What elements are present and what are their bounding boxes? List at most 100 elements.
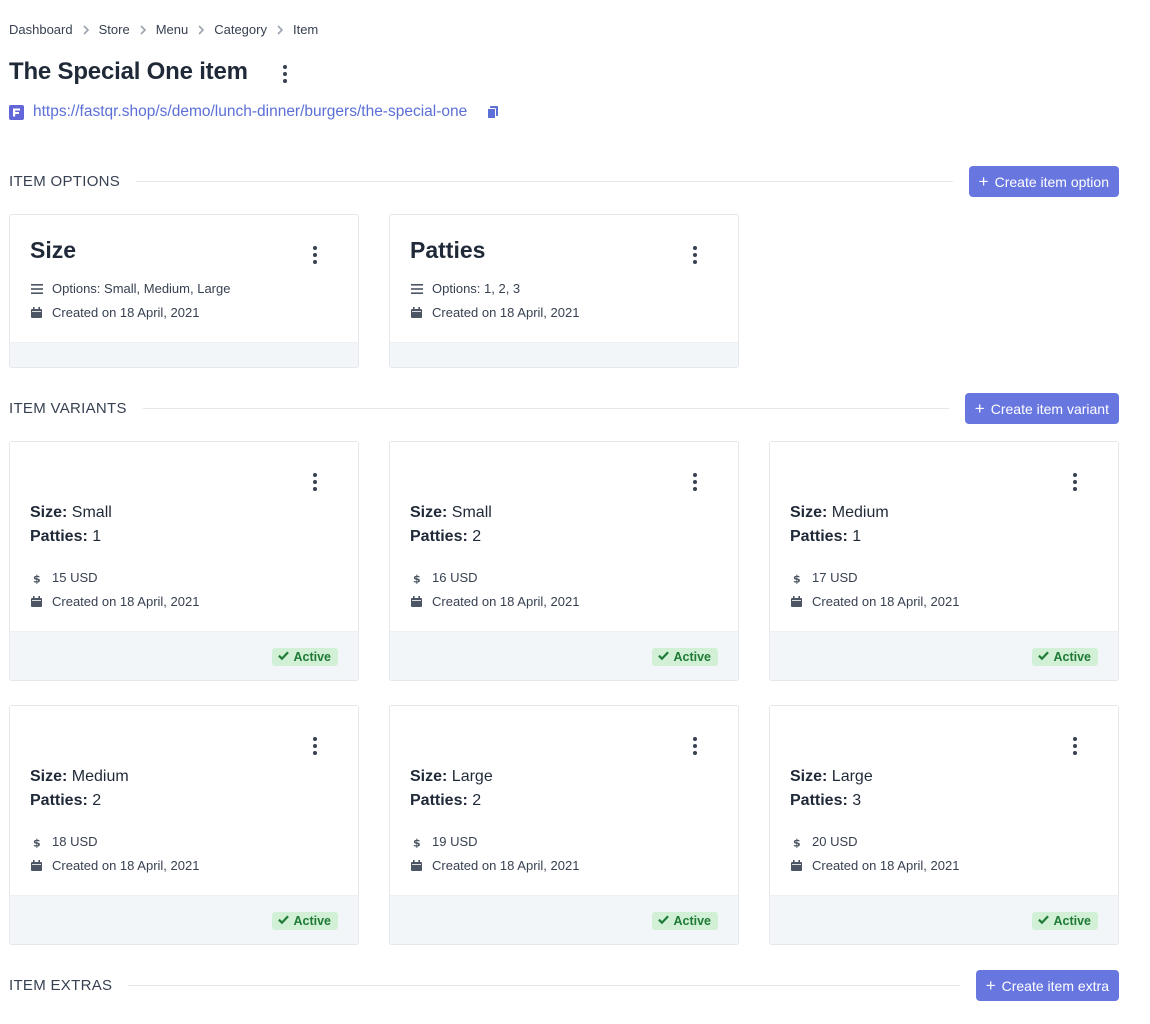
status-badge: Active [652, 648, 718, 666]
breadcrumb-dashboard[interactable]: Dashboard [9, 22, 73, 37]
more-vertical-icon[interactable] [1066, 472, 1084, 492]
list-icon [410, 282, 423, 295]
variant-patties: Patties: 2 [410, 528, 481, 546]
option-title: Patties [410, 237, 486, 263]
option-card: Patties Options: 1, 2, 3 Created on 18 A… [389, 214, 739, 368]
created-text: Created on 18 April, 2021 [812, 858, 960, 873]
patties-label: Patties: [30, 528, 88, 545]
card-footer [390, 342, 738, 367]
size-label: Size: [790, 504, 828, 521]
dollar-icon: $ [790, 835, 803, 848]
created-date: Created on 18 April, 2021 [30, 858, 199, 873]
more-vertical-icon[interactable] [686, 245, 704, 265]
option-card: Size Options: Small, Medium, Large Creat… [9, 214, 359, 368]
patties-value: 1 [852, 528, 862, 545]
variant-size: Size: Medium [790, 504, 889, 522]
variant-card: Size: Small Patties: 2 $16 USD Created on 1… [389, 441, 739, 681]
status-badge: Active [272, 912, 338, 930]
dollar-icon: $ [410, 835, 423, 848]
calendar-icon [410, 306, 423, 319]
create-item-option-button[interactable]: + Create item option [968, 166, 1119, 197]
svg-text:$: $ [413, 836, 421, 848]
plus-icon: + [974, 399, 985, 418]
created-date: Created on 18 April, 2021 [410, 594, 579, 609]
dollar-icon: $ [30, 835, 43, 848]
svg-text:$: $ [33, 572, 41, 584]
variant-patties: Patties: 2 [30, 792, 101, 810]
divider [128, 985, 960, 986]
more-vertical-icon[interactable] [276, 64, 294, 84]
list-icon [30, 282, 43, 295]
divider [142, 408, 949, 409]
size-value: Large [451, 768, 493, 785]
calendar-icon [410, 595, 423, 608]
section-title: ITEM VARIANTS [9, 400, 127, 417]
size-label: Size: [30, 504, 68, 521]
section-title: ITEM OPTIONS [9, 173, 121, 190]
breadcrumb-menu[interactable]: Menu [156, 22, 189, 37]
svg-text:$: $ [793, 836, 801, 848]
patties-value: 1 [92, 528, 102, 545]
more-vertical-icon[interactable] [306, 736, 324, 756]
check-icon [1038, 914, 1050, 928]
variant-price: $18 USD [30, 834, 98, 849]
chevron-right-icon [267, 24, 293, 35]
variant-patties: Patties: 2 [410, 792, 481, 810]
button-label: Create item variant [990, 400, 1109, 417]
copy-icon[interactable] [486, 105, 500, 119]
variant-price: $17 USD [790, 570, 858, 585]
more-vertical-icon[interactable] [686, 472, 704, 492]
patties-label: Patties: [30, 792, 88, 809]
more-vertical-icon[interactable] [306, 245, 324, 265]
size-value: Medium [71, 768, 129, 785]
variant-size: Size: Small [30, 504, 112, 522]
variant-price: $19 USD [410, 834, 478, 849]
variant-card: Size: Small Patties: 1 $15 USD Created on 1… [9, 441, 359, 681]
plus-icon: + [978, 172, 989, 191]
svg-text:$: $ [793, 572, 801, 584]
breadcrumb: Dashboard Store Menu Category Item [9, 22, 318, 37]
breadcrumb-store[interactable]: Store [99, 22, 130, 37]
variant-size: Size: Large [790, 768, 873, 786]
more-vertical-icon[interactable] [306, 472, 324, 492]
page-title: The Special One item [9, 58, 248, 85]
variant-price: $15 USD [30, 570, 98, 585]
plus-icon: + [985, 976, 996, 995]
calendar-icon [790, 859, 803, 872]
calendar-icon [790, 595, 803, 608]
status-text: Active [673, 650, 711, 664]
price-text: 17 USD [812, 570, 858, 585]
breadcrumb-category[interactable]: Category [214, 22, 267, 37]
option-values-text: Options: Small, Medium, Large [52, 281, 231, 296]
patties-value: 2 [472, 792, 482, 809]
svg-text:$: $ [413, 572, 421, 584]
dollar-icon: $ [410, 571, 423, 584]
size-label: Size: [410, 504, 448, 521]
created-date: Created on 18 April, 2021 [790, 594, 959, 609]
calendar-icon [30, 859, 43, 872]
svg-text:$: $ [33, 836, 41, 848]
calendar-icon [410, 859, 423, 872]
check-icon [278, 914, 290, 928]
card-footer: Active [10, 631, 358, 680]
dollar-icon: $ [30, 571, 43, 584]
status-text: Active [293, 650, 331, 664]
created-date: Created on 18 April, 2021 [410, 858, 579, 873]
status-text: Active [1053, 914, 1091, 928]
card-footer: Active [10, 895, 358, 944]
more-vertical-icon[interactable] [1066, 736, 1084, 756]
dollar-icon: $ [790, 571, 803, 584]
size-value: Medium [831, 504, 889, 521]
item-url-link[interactable]: https://fastqr.shop/s/demo/lunch-dinner/… [33, 103, 467, 121]
option-values-text: Options: 1, 2, 3 [432, 281, 521, 296]
patties-label: Patties: [790, 528, 848, 545]
create-item-extra-button[interactable]: + Create item extra [975, 970, 1119, 1001]
item-variants-header: ITEM VARIANTS + Create item variant [9, 393, 1119, 424]
variant-price: $20 USD [790, 834, 858, 849]
variant-patties: Patties: 3 [790, 792, 861, 810]
created-text: Created on 18 April, 2021 [432, 858, 580, 873]
status-text: Active [1053, 650, 1091, 664]
create-item-variant-button[interactable]: + Create item variant [964, 393, 1119, 424]
more-vertical-icon[interactable] [686, 736, 704, 756]
size-value: Small [451, 504, 492, 521]
